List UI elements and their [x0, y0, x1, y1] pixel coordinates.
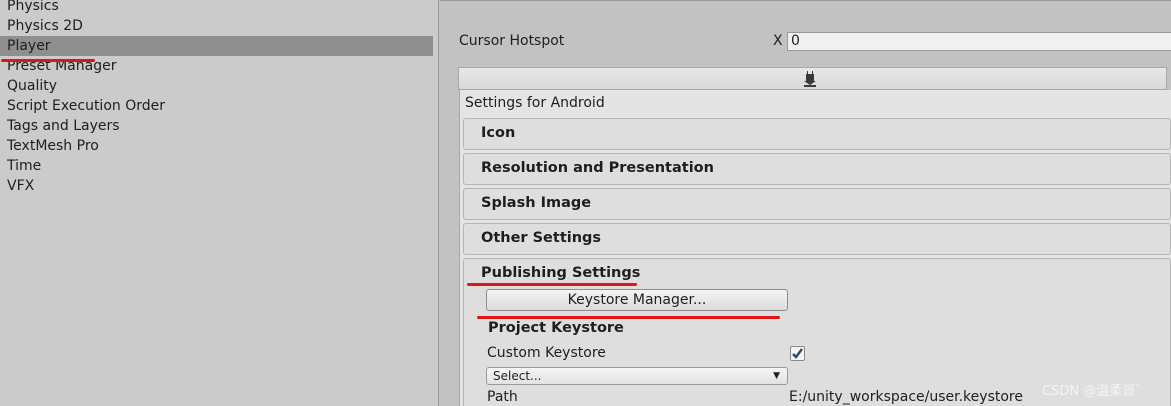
sidebar-item-label: VFX — [7, 178, 35, 194]
cursor-hotspot-label: Cursor Hotspot — [459, 33, 565, 49]
sidebar-item-tags-and-layers[interactable]: Tags and Layers — [0, 116, 433, 136]
sidebar-item-label: Time — [7, 158, 42, 174]
cursor-hotspot-x-label: X — [773, 33, 783, 49]
sidebar-item-script-execution-order[interactable]: Script Execution Order — [0, 96, 433, 116]
section-resolution-title: Resolution and Presentation — [481, 160, 714, 176]
section-splash-title: Splash Image — [481, 195, 592, 211]
sidebar-item-label: Physics — [7, 0, 59, 14]
project-keystore-heading: Project Keystore — [488, 320, 624, 336]
keystore-select-dropdown[interactable]: Select... ▼ — [486, 367, 788, 385]
section-icon[interactable] — [463, 118, 1171, 150]
settings-for-android-title: Settings for Android — [465, 95, 605, 111]
sidebar-item-label: Script Execution Order — [7, 98, 165, 114]
android-icon[interactable] — [803, 71, 817, 87]
cursor-hotspot-x-field[interactable]: 0 — [787, 32, 1171, 51]
sidebar-item-vfx[interactable]: VFX — [0, 176, 433, 196]
custom-keystore-label: Custom Keystore — [487, 345, 606, 361]
red-underline-annotation — [477, 316, 780, 319]
sidebar-item-physics-2d[interactable]: Physics 2D — [0, 16, 433, 36]
path-value: E:/unity_workspace/user.keystore — [789, 389, 1023, 405]
checkmark-icon — [792, 348, 803, 359]
sidebar-item-label: Player — [7, 38, 51, 54]
watermark: CSDN @温柔哥` — [1042, 384, 1142, 399]
sidebar-item-label: Quality — [7, 78, 58, 94]
section-icon-title: Icon — [481, 125, 516, 141]
keystore-manager-button[interactable]: Keystore Manager... — [486, 289, 788, 311]
sidebar-item-label: Physics 2D — [7, 18, 83, 34]
cursor-hotspot-x-value: 0 — [791, 33, 800, 49]
keystore-select-value: Select... — [493, 369, 542, 383]
sidebar-item-physics[interactable]: Physics — [0, 0, 433, 16]
sidebar-item-label: Tags and Layers — [7, 118, 120, 134]
sidebar-item-label: TextMesh Pro — [7, 138, 99, 154]
divider — [440, 0, 1171, 1]
red-underline-annotation — [1, 59, 95, 62]
section-other-settings-title: Other Settings — [481, 230, 602, 246]
publishing-settings-title[interactable]: Publishing Settings — [481, 265, 640, 281]
dropdown-arrow-icon: ▼ — [773, 371, 780, 381]
sidebar-item-textmesh-pro[interactable]: TextMesh Pro — [0, 136, 433, 156]
sidebar-item-quality[interactable]: Quality — [0, 76, 433, 96]
sidebar-item-player[interactable]: Player — [0, 36, 433, 56]
path-label: Path — [487, 389, 518, 405]
custom-keystore-checkbox[interactable] — [790, 346, 805, 361]
red-underline-annotation — [467, 283, 637, 286]
sidebar-item-time[interactable]: Time — [0, 156, 433, 176]
